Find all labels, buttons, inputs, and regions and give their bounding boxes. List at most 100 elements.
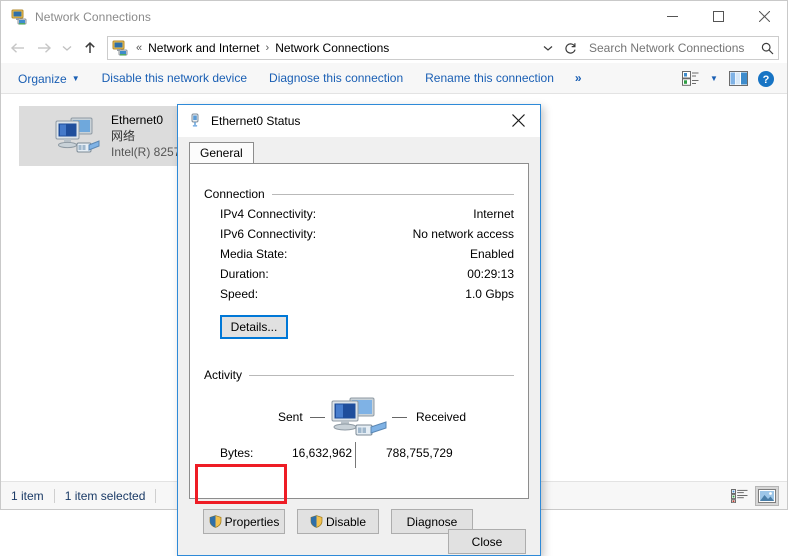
activity-group-header: Activity [204, 368, 514, 382]
large-icons-view-icon[interactable] [755, 485, 779, 506]
table-row: Speed: 1.0 Gbps [204, 287, 514, 301]
breadcrumb-item-network-connections[interactable]: Network Connections [273, 41, 391, 55]
sent-link-line [310, 417, 325, 418]
command-disable-device[interactable]: Disable this network device [91, 67, 258, 90]
command-bar: Organize ▼ Disable this network device Di… [1, 63, 787, 94]
group-divider [249, 374, 514, 376]
recent-locations-chevron-icon[interactable] [57, 35, 77, 61]
group-divider [271, 193, 514, 195]
bytes-row: Bytes: 16,632,962 788,755,729 [204, 442, 514, 468]
tab-general[interactable]: General [189, 142, 254, 164]
command-rename-connection[interactable]: Rename this connection [414, 67, 565, 90]
window-titlebar: Network Connections [1, 1, 787, 33]
ipv4-connectivity-label: IPv4 Connectivity: [220, 207, 317, 221]
dialog-title: Ethernet0 Status [211, 114, 301, 128]
properties-button-label: Properties [224, 514, 280, 529]
ethernet-status-dialog: Ethernet0 Status General Connection IPv4… [177, 104, 541, 556]
media-state-value: Enabled [469, 247, 514, 261]
list-item-device: Intel(R) 8257 [111, 145, 181, 159]
activity-group-label: Activity [204, 368, 243, 382]
ipv6-connectivity-label: IPv6 Connectivity: [220, 227, 317, 241]
dialog-tabpage-general: Connection IPv4 Connectivity: Internet I… [189, 163, 529, 499]
received-label: Received [416, 410, 467, 424]
speed-value: 1.0 Gbps [465, 287, 514, 301]
dialog-footer: Close [448, 529, 526, 554]
details-view-icon[interactable] [727, 486, 751, 506]
search-icon[interactable] [756, 37, 778, 59]
svg-text:?: ? [763, 74, 770, 86]
search-input[interactable] [581, 40, 756, 56]
disable-button[interactable]: Disable [297, 509, 379, 534]
bytes-received-value: 788,755,729 [386, 446, 453, 460]
network-status-icon [188, 113, 202, 129]
breadcrumb-overflow[interactable]: « [132, 42, 146, 54]
up-arrow-icon[interactable] [77, 35, 103, 61]
network-adapter-icon [53, 115, 101, 157]
details-button-row: Details... [204, 315, 514, 339]
maximize-icon[interactable] [695, 1, 741, 32]
breadcrumb-item-network-and-internet[interactable]: Network and Internet [146, 41, 261, 55]
minimize-icon[interactable] [649, 1, 695, 32]
status-view-buttons [727, 482, 779, 509]
table-row: Media State: Enabled [204, 247, 514, 261]
speed-label: Speed: [220, 287, 259, 301]
address-bar-icon [112, 40, 128, 56]
view-options-chevron-down-icon[interactable]: ▼ [705, 67, 723, 91]
disable-button-label: Disable [325, 514, 367, 529]
network-connections-icon [11, 9, 27, 25]
help-icon[interactable]: ? [753, 67, 779, 91]
list-item-text: Ethernet0 网络 Intel(R) 8257 [111, 112, 180, 160]
chevron-down-icon[interactable] [537, 37, 559, 59]
duration-value: 00:29:13 [467, 267, 514, 281]
close-icon[interactable] [741, 1, 787, 32]
activity-graphic: Sent Received [204, 396, 514, 440]
view-options-icon[interactable] [677, 67, 703, 91]
address-row: « Network and Internet › Network Connect… [1, 33, 787, 63]
window-controls [649, 1, 787, 33]
list-item-name: Ethernet0 [111, 113, 164, 127]
forward-arrow-icon[interactable] [31, 35, 57, 61]
refresh-icon[interactable] [559, 37, 581, 59]
command-organize[interactable]: Organize ▼ [7, 67, 91, 90]
activity-group: Activity Sent Received Bytes: 16,632,962… [204, 368, 514, 468]
properties-button[interactable]: Properties [203, 509, 285, 534]
network-activity-icon [326, 396, 388, 440]
list-item-network: 网络 [111, 129, 136, 143]
window-title: Network Connections [35, 10, 151, 24]
preview-pane-icon[interactable] [725, 67, 751, 91]
connection-group-label: Connection [204, 187, 265, 201]
connection-group: Connection IPv4 Connectivity: Internet I… [204, 187, 514, 339]
address-bar[interactable]: « Network and Internet › Network Connect… [107, 36, 582, 60]
bytes-sent-value: 16,632,962 [292, 446, 353, 460]
list-item[interactable]: Ethernet0 网络 Intel(R) 8257 [19, 106, 184, 166]
close-button[interactable]: Close [448, 529, 526, 554]
sent-label: Sent [278, 410, 303, 424]
details-button[interactable]: Details... [220, 315, 288, 339]
table-row: IPv6 Connectivity: No network access [204, 227, 514, 241]
dialog-action-buttons: Properties Disable Diagnose [203, 509, 473, 534]
breadcrumb-separator: › [265, 42, 270, 54]
chevron-down-icon: ▼ [71, 73, 80, 83]
connection-group-header: Connection [204, 187, 514, 201]
command-organize-label: Organize [18, 71, 67, 86]
command-diagnose-connection[interactable]: Diagnose this connection [258, 67, 414, 90]
media-state-label: Media State: [220, 247, 288, 261]
status-item-count: 1 item [11, 488, 44, 503]
duration-label: Duration: [220, 267, 269, 281]
shield-icon [310, 515, 323, 528]
dialog-tabstrip: General [189, 142, 254, 164]
table-row: Duration: 00:29:13 [204, 267, 514, 281]
shield-icon [209, 515, 222, 528]
bytes-divider [355, 442, 356, 468]
ipv4-connectivity-value: Internet [473, 207, 514, 221]
back-arrow-icon[interactable] [5, 35, 31, 61]
dialog-titlebar: Ethernet0 Status [178, 105, 540, 137]
close-icon[interactable] [496, 105, 540, 136]
command-overflow-button[interactable]: » [565, 71, 592, 85]
received-link-line [392, 417, 407, 418]
dialog-body: General Connection IPv4 Connectivity: In… [178, 137, 540, 555]
command-bar-right: ▼ ? [677, 63, 779, 94]
bytes-label: Bytes: [220, 446, 254, 460]
search-box[interactable] [581, 36, 779, 60]
ipv6-connectivity-value: No network access [412, 227, 514, 241]
